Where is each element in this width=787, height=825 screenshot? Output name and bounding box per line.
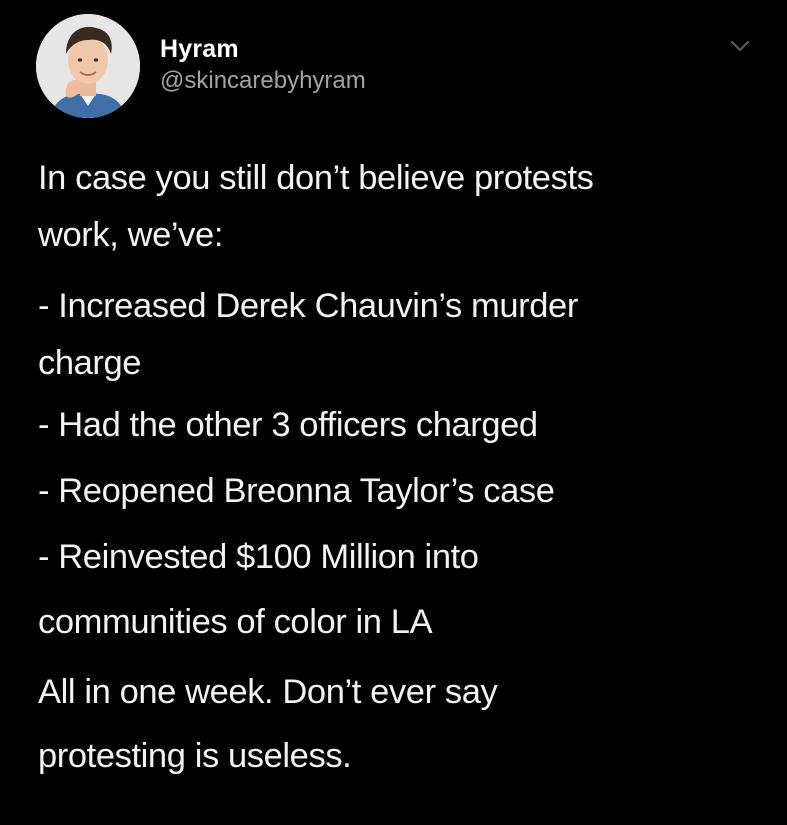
list-item-continuation: charge <box>38 344 142 382</box>
tweet-text-line: All in one week. Don’t ever say <box>38 673 498 711</box>
user-names: Hyram @skincarebyhyram <box>160 34 366 96</box>
tweet-text-line: protesting is useless. <box>38 737 352 775</box>
user-handle[interactable]: @skincarebyhyram <box>160 66 366 96</box>
tweet-text-line: In case you still don’t believe protests <box>38 159 594 197</box>
tweet-text: In case you still don’t believe protests… <box>38 150 758 788</box>
chevron-down-icon[interactable] <box>729 38 751 54</box>
tweet-card: Hyram @skincarebyhyram In case you still… <box>0 0 787 825</box>
list-item: - Reinvested $100 Million into <box>38 538 479 576</box>
display-name[interactable]: Hyram <box>160 34 366 64</box>
list-item-continuation: communities of color in LA <box>38 603 433 641</box>
tweet-text-line: work, we’ve: <box>38 216 224 254</box>
profile-photo-icon <box>36 14 140 118</box>
list-item: - Increased Derek Chauvin’s murder <box>38 287 578 325</box>
avatar[interactable] <box>36 14 140 118</box>
list-item: - Had the other 3 officers charged <box>38 406 538 444</box>
list-item: - Reopened Breonna Taylor’s case <box>38 472 555 510</box>
tweet-header: Hyram @skincarebyhyram <box>36 14 751 120</box>
